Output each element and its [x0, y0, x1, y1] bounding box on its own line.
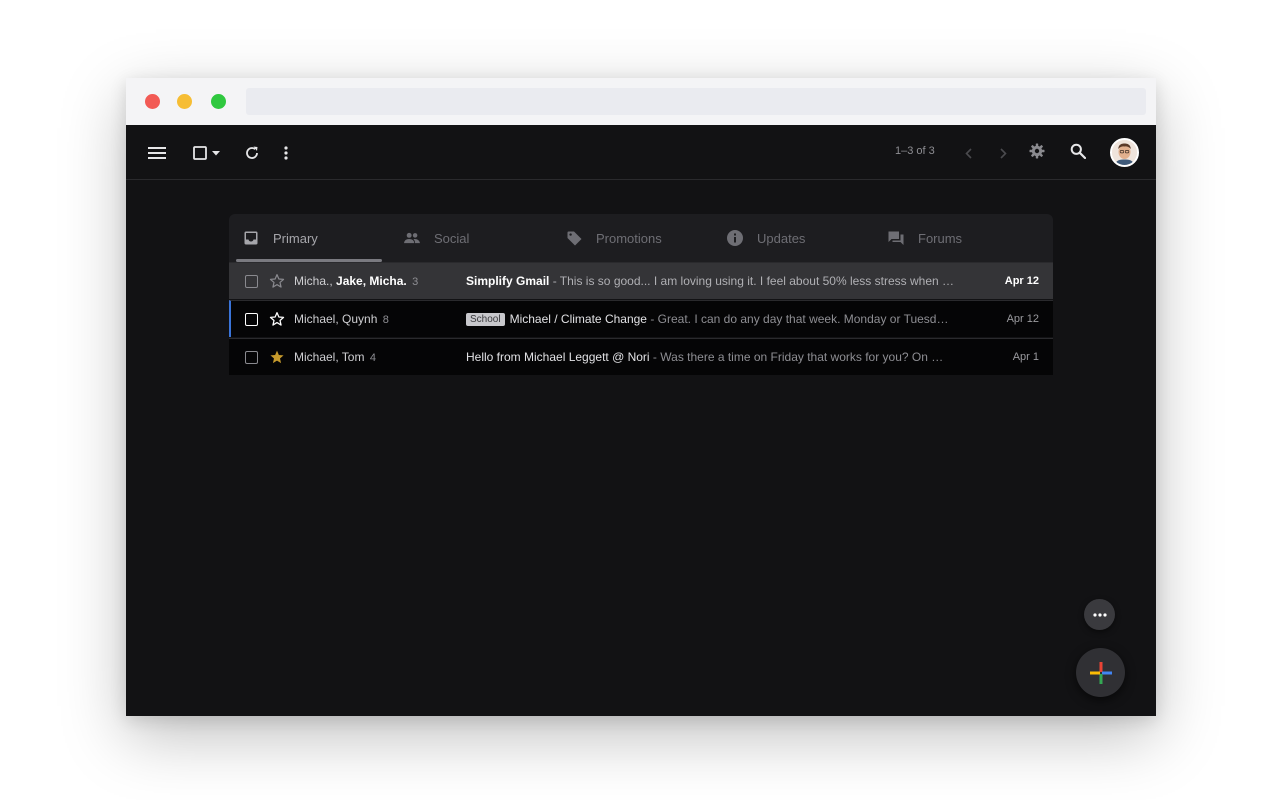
email-row[interactable]: Michael, Tom 4 Hello from Michael Legget…	[229, 338, 1053, 375]
tab-updates[interactable]: Updates	[727, 214, 805, 262]
email-row[interactable]: Micha., Jake, Micha. 3 Simplify Gmail - …	[229, 262, 1053, 299]
email-date: Apr 12	[1004, 275, 1039, 287]
address-bar[interactable]	[246, 88, 1146, 115]
maximize-window-button[interactable]	[211, 94, 226, 109]
more-vert-icon[interactable]	[276, 143, 296, 163]
tab-label: Social	[434, 230, 470, 246]
email-senders: Micha., Jake, Micha. 3	[294, 274, 418, 288]
sender-names: Michael, Quynh	[294, 312, 378, 326]
tab-label: Promotions	[596, 230, 662, 246]
refresh-icon[interactable]	[242, 143, 262, 163]
tab-social[interactable]: Social	[404, 214, 469, 262]
tab-promotions[interactable]: Promotions	[566, 214, 662, 262]
pagination-count: 1–3 of 3	[895, 145, 935, 157]
email-content: School Michael / Climate Change - Great. …	[466, 312, 966, 326]
label-chip[interactable]: School	[466, 313, 505, 326]
menu-icon[interactable]	[147, 143, 167, 163]
email-row[interactable]: Michael, Quynh 8 School Michael / Climate…	[229, 300, 1053, 337]
forum-icon	[888, 230, 904, 246]
email-subject: Simplify Gmail	[466, 274, 550, 288]
chevron-right-icon[interactable]	[995, 143, 1011, 163]
sender-names: Micha.,	[294, 274, 337, 288]
email-content: Hello from Michael Leggett @ Nori - Was …	[466, 350, 966, 364]
email-snippet: - Great. I can do any day that week. Mon…	[646, 312, 949, 326]
caret-down-icon[interactable]	[211, 148, 221, 158]
tab-label: Updates	[757, 230, 806, 246]
email-subject: Hello from Michael Leggett @ Nori	[466, 350, 650, 364]
info-icon	[727, 230, 743, 246]
star-icon[interactable]	[269, 311, 285, 327]
tab-label: Primary	[273, 230, 318, 246]
search-icon[interactable]	[1068, 141, 1088, 161]
select-all-checkbox[interactable]	[191, 144, 209, 162]
email-subject: Michael / Climate Change	[509, 312, 647, 326]
email-snippet: - Was there a time on Friday that works …	[649, 350, 944, 364]
chevron-left-icon[interactable]	[960, 143, 976, 163]
thread-count: 4	[369, 352, 376, 364]
email-date: Apr 12	[1006, 313, 1039, 325]
gear-icon[interactable]	[1027, 141, 1047, 161]
close-window-button[interactable]	[145, 94, 160, 109]
email-date: Apr 1	[1012, 351, 1039, 363]
category-tabs: Primary Social Promotions Updates Forums	[229, 214, 1053, 262]
star-filled-icon[interactable]	[269, 349, 285, 365]
star-icon[interactable]	[269, 273, 285, 289]
thread-count: 8	[382, 314, 389, 326]
tab-primary[interactable]: Primary	[243, 214, 318, 262]
email-content: Simplify Gmail - This is so good... I am…	[466, 274, 966, 288]
plus-icon	[1089, 661, 1112, 684]
sender-names-unread: Jake, Micha.	[336, 274, 407, 288]
row-checkbox[interactable]	[245, 312, 258, 326]
email-snippet: - This is so good... I am loving using i…	[549, 274, 954, 288]
more-horiz-icon	[1092, 612, 1107, 617]
window-titlebar	[126, 78, 1156, 125]
browser-window: 1–3 of 3 Primary Social Promotions Updat…	[126, 78, 1156, 716]
row-checkbox[interactable]	[245, 350, 258, 364]
sender-names: Michael, Tom	[294, 350, 365, 364]
compose-button[interactable]	[1076, 648, 1125, 697]
inbox-icon	[243, 230, 259, 246]
avatar[interactable]	[1110, 138, 1139, 167]
app-toolbar	[126, 125, 1156, 180]
row-checkbox[interactable]	[245, 274, 258, 288]
email-senders: Michael, Quynh 8	[294, 312, 389, 326]
email-senders: Michael, Tom 4	[294, 350, 376, 364]
tab-label: Forums	[918, 230, 963, 246]
people-icon	[404, 230, 420, 246]
inbox-panel: Primary Social Promotions Updates Forums…	[229, 214, 1053, 375]
tab-forums[interactable]: Forums	[888, 214, 962, 262]
thread-count: 3	[412, 276, 419, 288]
more-apps-button[interactable]	[1084, 599, 1115, 630]
minimize-window-button[interactable]	[177, 94, 192, 109]
tag-icon	[566, 230, 582, 246]
